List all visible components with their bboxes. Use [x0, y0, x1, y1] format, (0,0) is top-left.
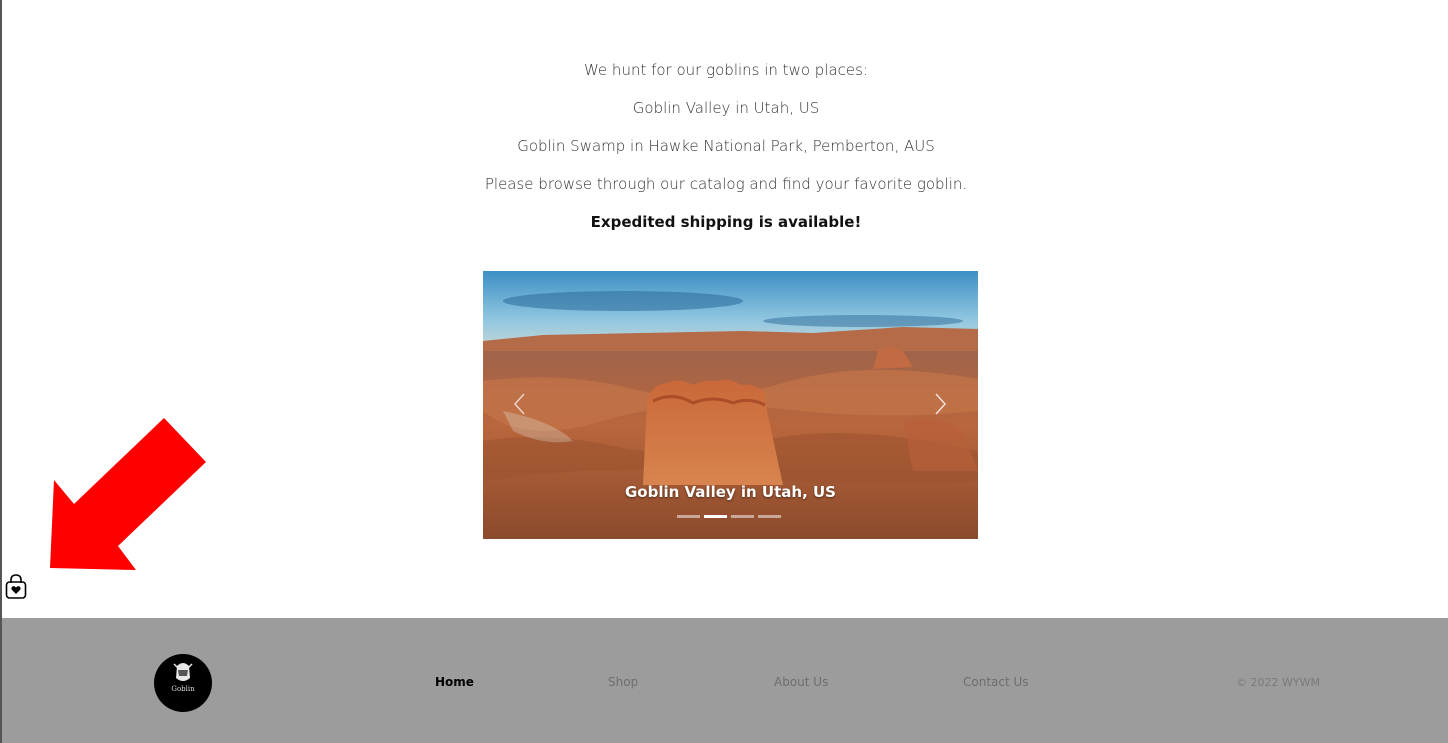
carousel-indicator[interactable] — [758, 515, 781, 518]
footer-nav-shop[interactable]: Shop — [608, 675, 638, 689]
browse-text: Please browse through our catalog and fi… — [484, 175, 968, 193]
carousel-indicator[interactable] — [731, 515, 754, 518]
carousel-indicator[interactable] — [677, 515, 700, 518]
shipping-notice: Expedited shipping is available! — [590, 213, 862, 231]
logo-text: Goblin — [171, 685, 195, 693]
carousel-prev-button[interactable] — [507, 391, 533, 417]
page: We hunt for our goblins in two places: G… — [0, 0, 1448, 743]
carousel-caption: Goblin Valley in Utah, US — [624, 483, 836, 501]
carousel-next-button[interactable] — [927, 391, 953, 417]
brand-logo[interactable]: Goblin — [154, 654, 212, 712]
intro-text: We hunt for our goblins in two places: — [583, 61, 869, 79]
chevron-right-icon — [935, 393, 947, 415]
location-1-text: Goblin Valley in Utah, US — [632, 99, 820, 117]
red-arrow-icon — [50, 418, 206, 570]
footer-nav-about[interactable]: About Us — [774, 675, 828, 689]
location-2-text: Goblin Swamp in Hawke National Park, Pem… — [517, 137, 935, 155]
carousel-indicators — [677, 515, 781, 518]
copyright-text: © 2022 WYWM — [1236, 676, 1320, 689]
chevron-left-icon — [513, 393, 525, 415]
carousel-indicator-active[interactable] — [704, 515, 727, 518]
footer-nav-contact[interactable]: Contact Us — [963, 675, 1029, 689]
shopping-bag-heart-icon[interactable] — [5, 574, 27, 600]
footer-nav-home[interactable]: Home — [435, 675, 474, 689]
image-carousel[interactable]: Goblin Valley in Utah, US — [483, 271, 978, 539]
footer: Goblin Home Shop About Us Contact Us © 2… — [2, 618, 1448, 743]
goblin-logo-icon — [173, 663, 193, 681]
